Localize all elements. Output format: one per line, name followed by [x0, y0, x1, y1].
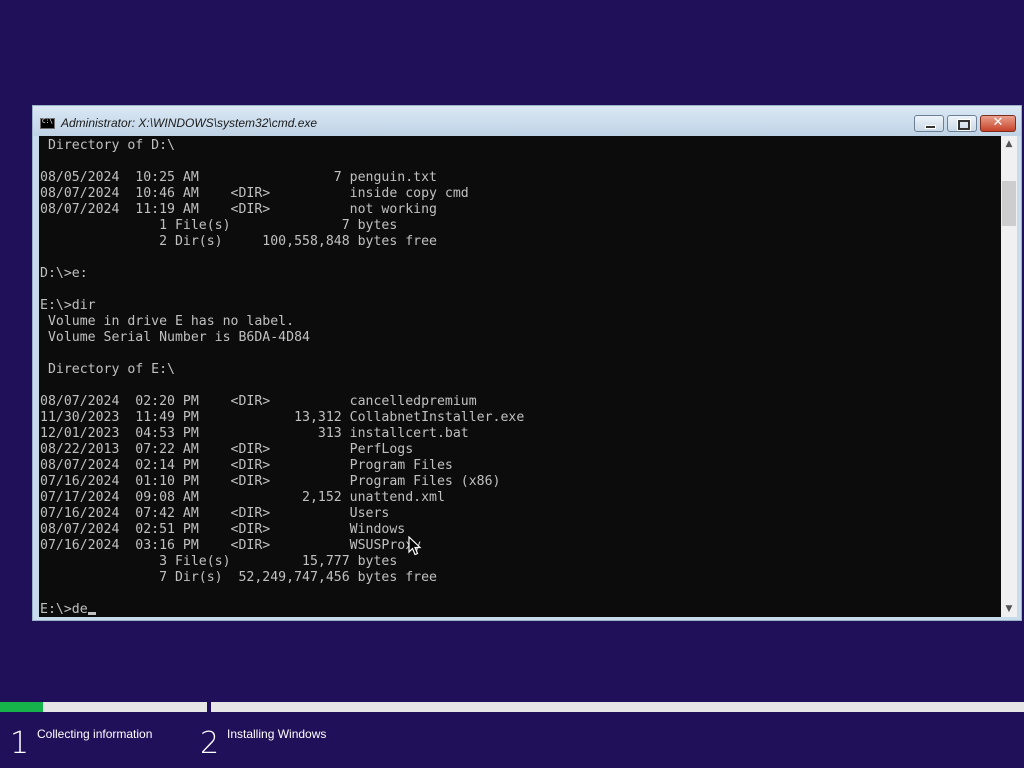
console-line: 11/30/2023 11:49 PM 13,312 CollabnetInst…	[40, 410, 525, 425]
console-line: 3 File(s) 15,777 bytes	[40, 554, 398, 569]
console-line: D:\>e:	[40, 266, 88, 281]
console-line: 2 Dir(s) 100,558,848 bytes free	[40, 234, 437, 249]
setup-progress	[0, 702, 1024, 712]
title-bar[interactable]: Administrator: X:\WINDOWS\system32\cmd.e…	[33, 106, 1021, 136]
console-line: 08/07/2024 11:19 AM <DIR> not working	[40, 202, 437, 217]
console-line: 08/07/2024 02:51 PM <DIR> Windows	[40, 522, 406, 537]
console-output[interactable]: Directory of D:\ 08/05/2024 10:25 AM 7 pe…	[39, 136, 1001, 617]
maximize-button[interactable]	[947, 115, 977, 132]
console-line: 07/17/2024 09:08 AM 2,152 unattend.xml	[40, 490, 445, 505]
prompt-text: E:\>de	[40, 602, 88, 617]
console-line: 07/16/2024 01:10 PM <DIR> Program Files …	[40, 474, 501, 489]
console-line: 08/07/2024 02:14 PM <DIR> Program Files	[40, 458, 453, 473]
minimize-icon	[925, 125, 936, 129]
mouse-pointer-icon	[408, 536, 422, 556]
command-prompt[interactable]: E:\>de	[40, 602, 524, 617]
minimize-button[interactable]	[914, 115, 944, 132]
cmd-icon[interactable]	[40, 118, 55, 129]
scroll-down-icon[interactable]: ▼	[1001, 601, 1017, 617]
cmd-window[interactable]: Administrator: X:\WINDOWS\system32\cmd.e…	[32, 105, 1022, 621]
console-line: Volume in drive E has no label.	[40, 314, 295, 329]
console-line: 08/22/2013 07:22 AM <DIR> PerfLogs	[40, 442, 414, 457]
console-line: E:\>dir	[40, 298, 96, 313]
console-line: Directory of E:\	[40, 362, 175, 377]
maximize-icon	[957, 119, 971, 131]
step-number: 2	[200, 726, 220, 761]
text-cursor	[87, 612, 96, 615]
console-line: Volume Serial Number is B6DA-4D84	[40, 330, 310, 345]
console-line: 08/07/2024 10:46 AM <DIR> inside copy cm…	[40, 186, 469, 201]
close-button[interactable]: ✕	[980, 115, 1016, 132]
console-line: 7 Dir(s) 52,249,747,456 bytes free	[40, 570, 437, 585]
console-line: 08/05/2024 10:25 AM 7 penguin.txt	[40, 170, 437, 185]
console-line: 12/01/2023 04:53 PM 313 installcert.bat	[40, 426, 469, 441]
console-line: Directory of D:\	[40, 138, 175, 153]
step-number: 1	[10, 726, 30, 761]
setup-screen: Administrator: X:\WINDOWS\system32\cmd.e…	[0, 0, 1024, 768]
console-line: 07/16/2024 03:16 PM <DIR> WSUSProxy	[40, 538, 422, 553]
console-line: 1 File(s) 7 bytes	[40, 218, 398, 233]
console-line: 08/07/2024 02:20 PM <DIR> cancelledpremi…	[40, 394, 477, 409]
progress-segment-collecting	[0, 702, 207, 712]
vertical-scrollbar[interactable]: ▲ ▼	[1001, 136, 1017, 617]
console-line: 07/16/2024 07:42 AM <DIR> Users	[40, 506, 390, 521]
progress-segment-installing	[211, 702, 1024, 712]
close-icon: ✕	[992, 115, 1004, 130]
console-text: Directory of D:\ 08/05/2024 10:25 AM 7 pe…	[40, 138, 524, 617]
step-label: Installing Windows	[227, 727, 327, 741]
scroll-up-icon[interactable]: ▲	[1001, 136, 1017, 152]
progress-fill	[0, 702, 44, 712]
scroll-thumb[interactable]	[1002, 181, 1016, 226]
step-label: Collecting information	[37, 727, 153, 741]
window-title: Administrator: X:\WINDOWS\system32\cmd.e…	[61, 116, 318, 130]
